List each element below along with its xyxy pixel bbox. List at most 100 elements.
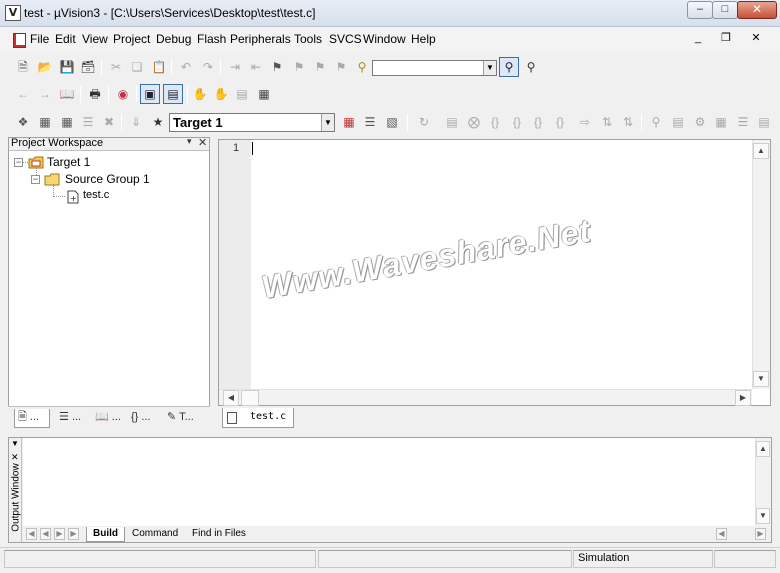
tree-item-target[interactable]: Target 1	[47, 155, 90, 169]
scroll-down-icon[interactable]: ▼	[753, 371, 769, 387]
reset-icon[interactable]: ↻	[416, 114, 432, 130]
save-all-icon[interactable]: 🗃	[80, 59, 96, 75]
redo-icon[interactable]: ↷	[200, 59, 216, 75]
batch-build-icon[interactable]: ☰	[80, 114, 96, 130]
tab-templates[interactable]: ✎ T...	[164, 409, 204, 428]
scroll-down-icon[interactable]: ▼	[756, 508, 770, 524]
print-icon[interactable]: 🖶	[87, 86, 103, 102]
maximize-button[interactable]: □	[712, 1, 738, 19]
menu-project[interactable]: Project	[113, 32, 150, 46]
new-file-icon[interactable]: 🗎	[15, 59, 31, 75]
tree-item-source-group[interactable]: Source Group 1	[65, 172, 150, 186]
forward-arrow-icon[interactable]: →	[37, 86, 53, 102]
close-icon[interactable]: ✕	[198, 136, 207, 149]
find-icon[interactable]: ⚲	[499, 57, 519, 77]
next-tab-icon[interactable]: ▶	[54, 528, 65, 540]
chevron-down-icon[interactable]: ▼	[483, 61, 496, 75]
close-button[interactable]: ✕	[737, 1, 777, 19]
browse-icon[interactable]: 📖	[59, 86, 75, 102]
tab-functions[interactable]: {} ...	[128, 409, 164, 428]
pin-icon[interactable]: ▼	[11, 439, 19, 448]
menu-view[interactable]: View	[82, 32, 108, 46]
breakpoint-hand-icon[interactable]: ✋	[213, 86, 229, 102]
unindent-icon[interactable]: ⇤	[248, 59, 264, 75]
manage-components-icon[interactable]: ▦	[341, 114, 357, 130]
bookmark-next-icon[interactable]: ⚑	[291, 59, 307, 75]
editor-vertical-scrollbar[interactable]: ▲ ▼	[752, 140, 770, 389]
menu-window[interactable]: Window	[363, 32, 406, 46]
open-folder-icon[interactable]: 📂	[37, 59, 53, 75]
pin-icon[interactable]: ▾	[187, 136, 192, 147]
window-grid-icon[interactable]: ▦	[256, 86, 272, 102]
project-window-icon[interactable]: ▣	[140, 84, 160, 104]
rebuild-icon[interactable]: ▦	[59, 114, 75, 130]
build-output-text[interactable]: ▲ ▼	[23, 438, 771, 526]
run-to-cursor-icon[interactable]: {}	[552, 114, 568, 130]
symbols-icon[interactable]: ⚙	[692, 114, 708, 130]
scroll-left-icon[interactable]: ◀	[716, 528, 727, 540]
mdi-restore-button[interactable]: ❐	[714, 32, 738, 47]
pack-installer-icon[interactable]: ▧	[384, 114, 400, 130]
download-icon[interactable]: ⇓	[128, 114, 144, 130]
minimize-button[interactable]: –	[687, 1, 713, 19]
incremental-find-icon[interactable]: ⚲	[523, 59, 539, 75]
title-bar[interactable]: V test - µVision3 - [C:\Users\Services\D…	[0, 0, 780, 27]
paste-icon[interactable]: 📋	[151, 59, 167, 75]
menu-svcs[interactable]: SVCS	[329, 32, 362, 46]
menu-edit[interactable]: Edit	[55, 32, 76, 46]
menu-flash[interactable]: Flash	[197, 32, 226, 46]
tab-regs[interactable]: ☰ ...	[56, 409, 92, 428]
scroll-right-icon[interactable]: ▶	[735, 390, 751, 406]
chevron-down-icon[interactable]: ▼	[321, 114, 334, 131]
back-arrow-icon[interactable]: ←	[15, 86, 31, 102]
scroll-left-icon[interactable]: ◀	[223, 390, 239, 406]
options-wand-icon[interactable]: ★	[150, 114, 166, 130]
bookmark-clear-icon[interactable]: ⚑	[333, 59, 349, 75]
find-combo[interactable]: ▼	[372, 60, 497, 76]
command-window-icon[interactable]: ⚲	[648, 114, 664, 130]
watch-icon[interactable]: ▤	[756, 114, 772, 130]
tab-books[interactable]: 📖 ...	[92, 409, 128, 428]
mdi-minimize-button[interactable]: _	[686, 32, 710, 47]
tab-files[interactable]: 🗎 ...	[14, 409, 50, 428]
select-packs-icon[interactable]: ☰	[362, 114, 378, 130]
find-in-files-icon[interactable]: ⚲	[354, 59, 370, 75]
mdi-close-button[interactable]: ✕	[744, 32, 768, 47]
indent-icon[interactable]: ⇥	[227, 59, 243, 75]
step-over-icon[interactable]: {}	[509, 114, 525, 130]
undo-icon[interactable]: ↶	[178, 59, 194, 75]
menu-file[interactable]: File	[30, 32, 49, 46]
menu-debug[interactable]: Debug	[156, 32, 191, 46]
step-instructions-icon[interactable]: ⇅	[620, 114, 636, 130]
scroll-up-icon[interactable]: ▲	[753, 143, 769, 159]
tab-command[interactable]: Command	[132, 527, 178, 542]
step-into-icon[interactable]: {}	[487, 114, 503, 130]
build-icon[interactable]: ▦	[37, 114, 53, 130]
tab-find-in-files[interactable]: Find in Files	[192, 527, 246, 542]
registers-icon[interactable]: ▦	[713, 114, 729, 130]
scroll-right-icon[interactable]: ▶	[755, 528, 766, 540]
scroll-up-icon[interactable]: ▲	[756, 441, 770, 457]
stop-icon[interactable]: ⨂	[466, 114, 482, 130]
bookmark-toggle-icon[interactable]: ⚑	[269, 59, 285, 75]
step-lines-icon[interactable]: ⇅	[599, 114, 615, 130]
disassembly-icon[interactable]: ▤	[670, 114, 686, 130]
tab-test-c[interactable]: test.c	[222, 408, 294, 428]
last-tab-icon[interactable]: ▶	[68, 528, 79, 540]
debug-session-icon[interactable]: ◉	[115, 86, 131, 102]
tree-item-file[interactable]: test.c	[83, 189, 109, 201]
first-tab-icon[interactable]: ◀	[26, 528, 37, 540]
call-stack-icon[interactable]: ☰	[735, 114, 751, 130]
configure-icon[interactable]: ▤	[234, 86, 250, 102]
run-icon[interactable]: ▤	[444, 114, 460, 130]
output-vertical-scrollbar[interactable]: ▲ ▼	[755, 438, 771, 526]
bookmark-prev-icon[interactable]: ⚑	[312, 59, 328, 75]
step-out-icon[interactable]: {}	[530, 114, 546, 130]
cut-icon[interactable]: ✂	[108, 59, 124, 75]
menu-peripherals[interactable]: Peripherals	[230, 32, 291, 46]
translate-icon[interactable]: ❖	[15, 114, 31, 130]
target-select[interactable]: Target 1 ▼	[169, 113, 335, 132]
output-window-icon[interactable]: ▤	[163, 84, 183, 104]
collapse-toggle-root[interactable]: −	[14, 158, 23, 167]
tab-build[interactable]: Build	[86, 527, 125, 542]
